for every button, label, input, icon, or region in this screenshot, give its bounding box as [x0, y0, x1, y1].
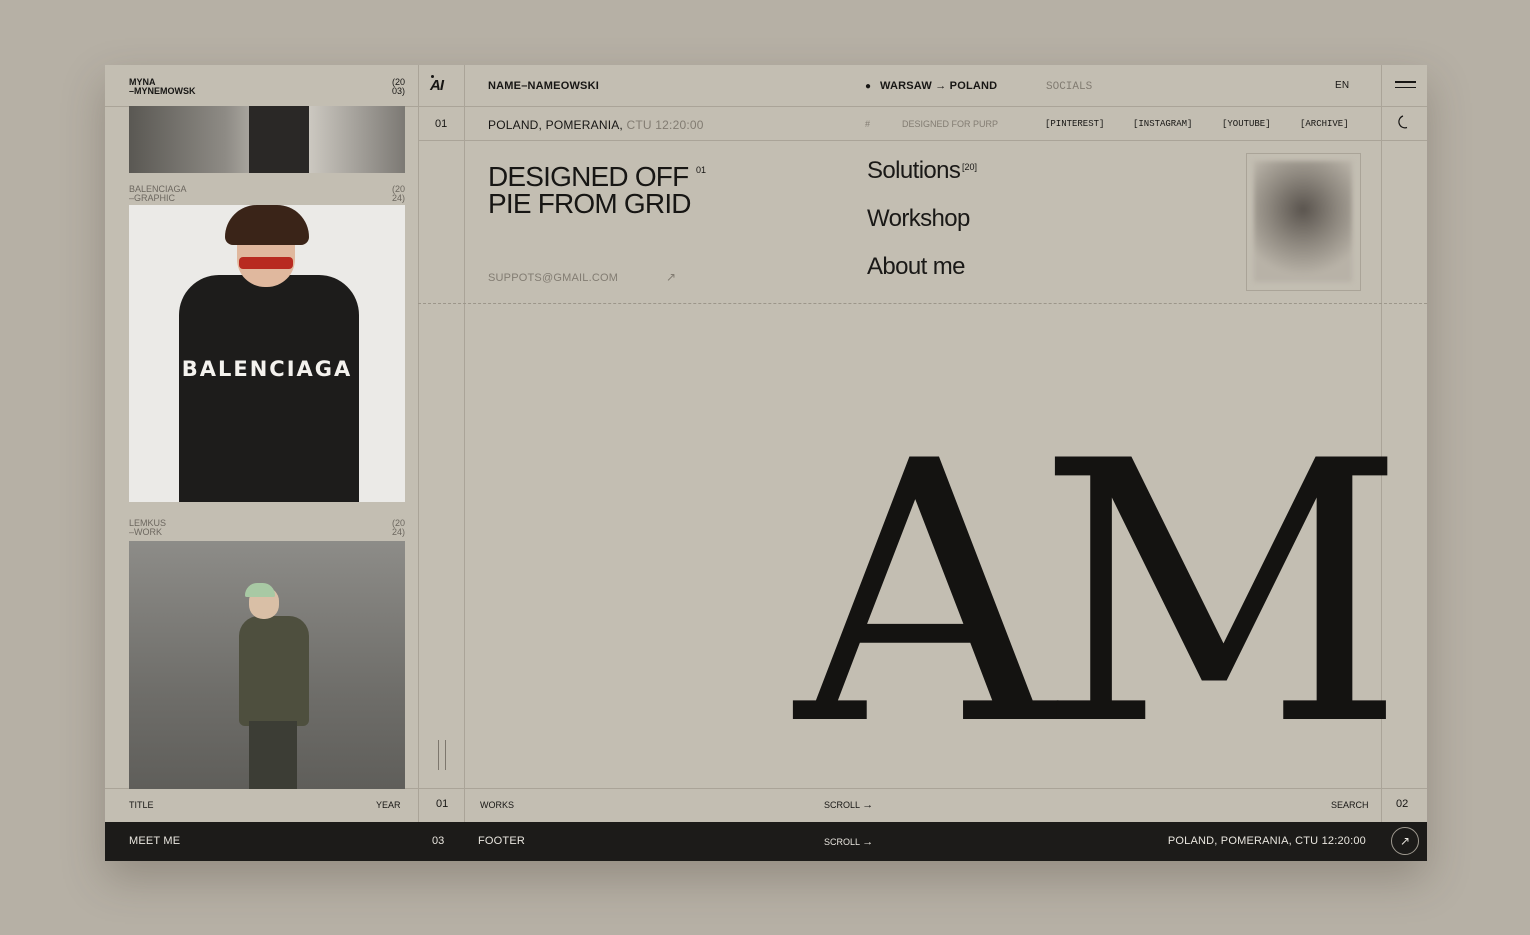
works-link[interactable]: WORKS — [480, 801, 514, 810]
menu-icon[interactable] — [1395, 81, 1416, 88]
arrow-right-icon: → — [862, 799, 874, 811]
card-title: BALENCIAGA –GRAPHIC — [129, 184, 187, 203]
scroll-indicator — [438, 740, 439, 770]
project-image-lemkus[interactable] — [129, 541, 405, 789]
logo-dot — [431, 75, 434, 78]
arrow-right-icon: → — [935, 80, 947, 92]
monogram: AM — [795, 385, 1406, 804]
trousers-shape — [249, 721, 297, 789]
arrow-right-icon: → — [862, 836, 874, 848]
search-link[interactable]: SEARCH — [1331, 801, 1369, 810]
divider — [418, 65, 419, 822]
portrait-image — [1254, 161, 1352, 282]
hash-symbol: # — [865, 119, 871, 129]
designed-for: DESIGNED FOR PURP — [902, 119, 999, 129]
footer-year-label: YEAR — [376, 800, 401, 810]
footer-bar: MEET ME 03 FOOTER SCROLL → POLAND, POMER… — [105, 822, 1427, 861]
social-link-instagram[interactable]: [INSTAGRAM] — [1133, 119, 1192, 129]
card-year: (20 24) — [391, 518, 405, 537]
email-link[interactable]: SUPPOTS@GMAIL.COM — [488, 272, 618, 284]
project-image-balenciaga[interactable]: BALENCIAGA — [129, 205, 405, 502]
scroll-indicator — [445, 740, 446, 770]
location: WARSAW → POLAND — [880, 80, 998, 92]
pin-icon: ● — [865, 81, 872, 92]
meet-me-link[interactable]: MEET ME — [129, 835, 180, 847]
glasses-shape — [239, 257, 293, 269]
social-link-pinterest[interactable]: [PINTEREST] — [1045, 119, 1104, 129]
social-link-archive[interactable]: [ARCHIVE] — [1300, 119, 1349, 129]
divider — [464, 65, 465, 822]
divider — [418, 140, 1427, 141]
dashed-divider — [418, 303, 1427, 304]
footer-place-time: POLAND, POMERANIA, CTU 12:20:00 — [1167, 835, 1366, 847]
row-number: 01 — [435, 118, 448, 130]
language-switch[interactable]: EN — [1335, 80, 1349, 91]
moon-icon[interactable] — [1396, 114, 1412, 130]
nav-workshop[interactable]: Workshop — [867, 205, 970, 233]
nav-about[interactable]: About me — [867, 253, 966, 281]
header-name[interactable]: NAME–NAMEOWSKI — [488, 80, 599, 92]
card-year: (20 24) — [391, 184, 405, 203]
page-frame: BALENCIAGA –GRAPHIC (20 24) BALENCIAGA LEM… — [105, 65, 1427, 861]
card-title: LEMKUS –WORK — [129, 518, 167, 537]
solutions-count: [20] — [962, 162, 978, 172]
footer-number: 03 — [432, 835, 445, 847]
socials-label: SOCIALS — [1046, 81, 1093, 93]
nav-solutions[interactable]: Solutions — [867, 157, 961, 185]
row-number: 02 — [1396, 798, 1409, 810]
scroll-link[interactable]: SCROLL → — [824, 799, 874, 811]
brand-overlay-text: BALENCIAGA — [181, 357, 353, 381]
hero-superscript: 01 — [696, 165, 707, 175]
row-number: 01 — [436, 798, 449, 810]
left-column: BALENCIAGA –GRAPHIC (20 24) BALENCIAGA LEM… — [105, 65, 418, 822]
arrow-up-right-icon[interactable]: ↗ — [1391, 827, 1419, 855]
brand-year: (20 03) — [391, 77, 405, 96]
left-header: MYNA –MYNEMOWSK (20 03) — [105, 65, 418, 106]
footer-scroll-link[interactable]: SCROLL → — [824, 836, 874, 848]
coat-shape — [179, 275, 359, 502]
site-brand[interactable]: MYNA –MYNEMOWSK — [129, 78, 196, 96]
portrait-frame[interactable] — [1246, 153, 1361, 291]
social-link-youtube[interactable]: [YOUTUBE] — [1222, 119, 1271, 129]
place-time: POLAND, POMERANIA, CTU 12:20:00 — [488, 118, 704, 132]
hero-heading: DESIGNED OFF PIE FROM GRID — [488, 161, 692, 219]
cap-shape — [245, 583, 275, 597]
footer-title-label: TITLE — [129, 800, 154, 810]
logo-icon[interactable]: AI — [430, 77, 444, 94]
footer-label: FOOTER — [478, 835, 526, 847]
hair-shape — [225, 205, 309, 245]
jacket-shape — [239, 616, 309, 726]
arrow-up-right-icon[interactable]: ↗ — [666, 270, 676, 284]
